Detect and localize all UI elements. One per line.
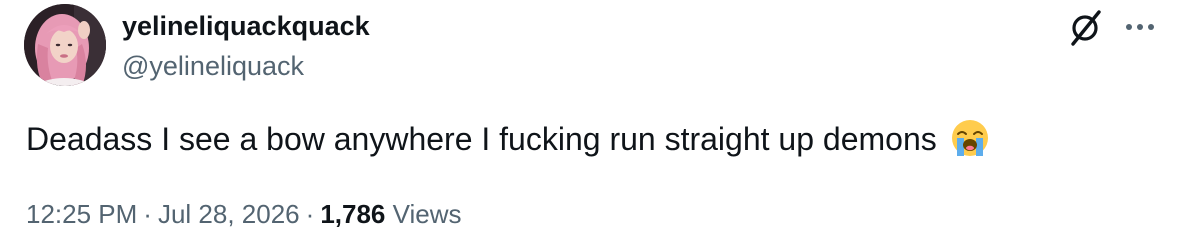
tweet-body: Deadass I see a bow anywhere I fucking r…: [26, 121, 937, 157]
ellipsis-icon[interactable]: [1122, 12, 1158, 42]
avatar[interactable]: [24, 4, 106, 86]
tweet-time[interactable]: 12:25 PM: [26, 199, 137, 229]
separator-dot: ·: [305, 199, 315, 229]
separator-dot: ·: [143, 199, 152, 229]
loudly-crying-face-icon: [950, 118, 990, 158]
author-display-name[interactable]: yelineliquackquack: [122, 9, 370, 43]
tweet-metadata: 12:25 PM · Jul 28, 2026 · 1,786 Views: [26, 198, 462, 230]
profile-photo-icon: [24, 4, 106, 86]
tweet-card: yelineliquackquack @yelineliquack Deadas…: [0, 0, 1178, 246]
author-handle[interactable]: @yelineliquack: [122, 49, 304, 83]
grok-slash-icon[interactable]: [1068, 8, 1104, 46]
tweet-date[interactable]: Jul 28, 2026: [158, 199, 300, 229]
views-label: Views: [392, 199, 462, 229]
tweet-text: Deadass I see a bow anywhere I fucking r…: [26, 118, 990, 160]
views-count: 1,786: [320, 199, 386, 229]
